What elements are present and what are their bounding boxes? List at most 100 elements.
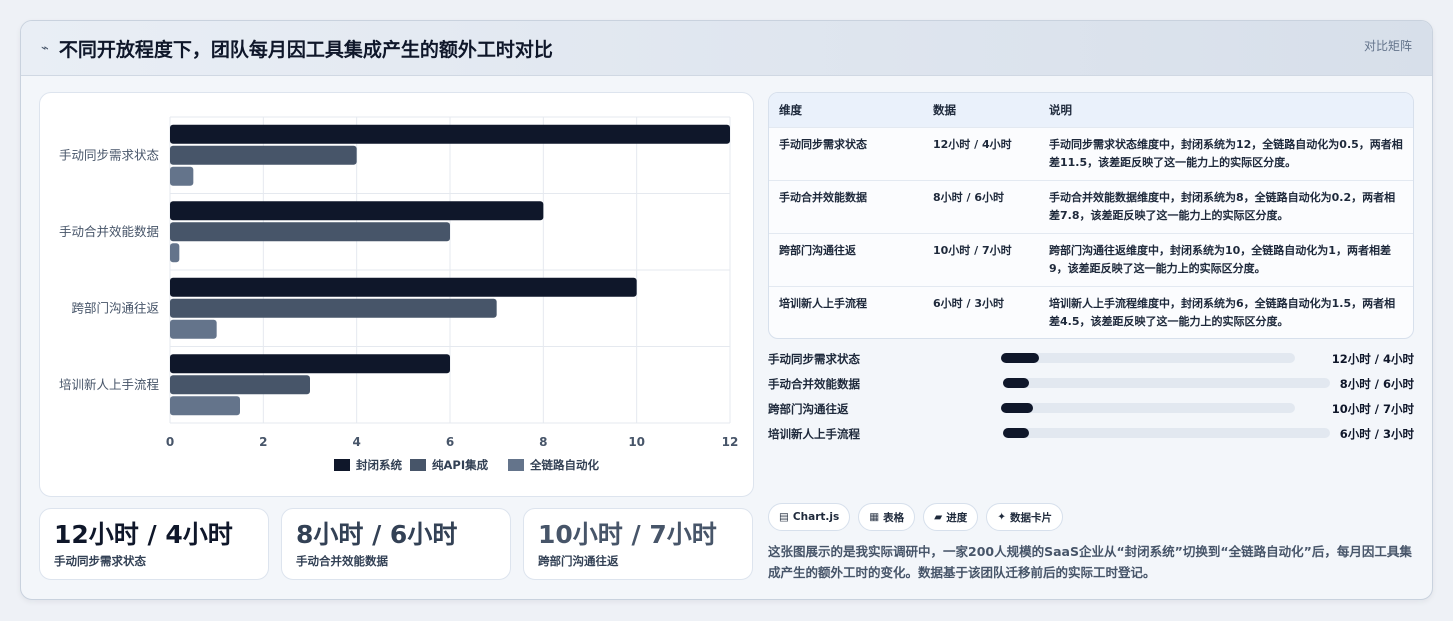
data-table: 维度 数据 说明 手动同步需求状态 12小时 / 4小时 手动同步需求状态维度中… [769,93,1413,338]
bar-2 [170,375,310,395]
progress-row: 手动同步需求状态 12小时 / 4小时 [768,349,1414,374]
column-header: 维度 [779,102,802,117]
cell-note: 跨部门沟通往返维度中，封闭系统为10，全链路自动化为1，两者相差9，该差距反映了… [1039,232,1413,286]
bar-1 [170,354,450,374]
chip-label: Chart.js [792,511,840,523]
stat-label: 手动同步需求状态 [54,554,146,568]
cell-note: 手动合并效能数据维度中，封闭系统为8，全链路自动化为0.2，两者相差7.8，该差… [1039,179,1413,233]
page-title: 不同开放程度下，团队每月因工具集成产生的额外工时对比 [58,38,553,61]
cell-dimension: 培训新人上手流程 [769,285,923,338]
progress-value: 8小时 / 6小时 [1339,377,1414,391]
bar-3 [170,396,240,416]
table-header-row: 维度 数据 说明 [769,93,1413,127]
progress-track [1003,428,1330,438]
bar-3 [170,243,180,263]
y-category-label: 培训新人上手流程 [59,377,160,392]
stat-card: 10小时 / 7小时 跨部门沟通往返 [523,508,753,580]
table-icon: ▦ [869,511,880,523]
stat-value: 8小时 / 6小时 [296,520,458,549]
cell-dimension: 手动合并效能数据 [769,179,923,233]
legend-label: 封闭系统 [356,458,402,472]
chip-label: 表格 [883,511,905,524]
pulse-icon: ⌁ [41,40,49,56]
progress-label: 手动合并效能数据 [768,377,860,391]
progress-list: 手动同步需求状态 12小时 / 4小时 手动合并效能数据 8小时 / 6小时 跨… [768,349,1414,449]
progress-label: 跨部门沟通往返 [768,402,849,416]
legend-label: 纯API集成 [432,458,489,472]
bar-1 [170,277,637,297]
progress-label: 手动同步需求状态 [768,352,860,366]
legend-label: 全链路自动化 [529,458,599,472]
bar-1 [170,201,544,221]
chip-chartjs[interactable]: ▤ Chart.js [768,503,851,531]
table-row: 跨部门沟通往返 10小时 / 7小时 跨部门沟通往返维度中，封闭系统为10，全链… [769,232,1413,286]
x-tick-label: 0 [166,435,174,449]
bar-1 [170,124,730,144]
cell-data: 12小时 / 4小时 [923,126,1039,180]
cell-note: 培训新人上手流程维度中，封闭系统为6，全链路自动化为1.5，两者相差4.5，该差… [1039,285,1413,338]
chip-label: 进度 [946,511,968,524]
progress-row: 跨部门沟通往返 10小时 / 7小时 [768,399,1414,424]
x-tick-label: 10 [628,435,645,449]
progress-value: 10小时 / 7小时 [1331,402,1414,416]
panel-header: ⌁ 不同开放程度下，团队每月因工具集成产生的额外工时对比 对比矩阵 [21,21,1432,76]
cell-data: 8小时 / 6小时 [923,179,1039,233]
progress-label: 培训新人上手流程 [768,427,860,441]
progress-value: 6小时 / 3小时 [1339,427,1414,441]
stat-card: 8小时 / 6小时 手动合并效能数据 [281,508,511,580]
stat-label: 手动合并效能数据 [296,554,388,568]
chip-label: 数据卡片 [1010,511,1053,524]
progress-track [1001,403,1295,413]
legend-swatch [508,459,524,471]
table-row: 培训新人上手流程 6小时 / 3小时 培训新人上手流程维度中，封闭系统为6，全链… [769,285,1413,338]
header-tag: 对比矩阵 [1363,39,1412,53]
y-category-label: 手动同步需求状态 [59,147,159,162]
stat-label: 跨部门沟通往返 [538,554,619,568]
progress-row: 手动合并效能数据 8小时 / 6小时 [768,374,1414,399]
progress-value: 12小时 / 4小时 [1331,352,1414,366]
progress-fill [1001,353,1040,363]
chip-progress[interactable]: ▰ 进度 [923,503,979,531]
cell-data: 10小时 / 7小时 [923,232,1039,286]
cell-dimension: 手动同步需求状态 [769,126,923,180]
legend-swatch [410,459,426,471]
chip-data-card[interactable]: ✦ 数据卡片 [986,503,1064,531]
x-tick-label: 4 [352,435,360,449]
cell-dimension: 跨部门沟通往返 [769,232,923,286]
bar-2 [170,298,497,318]
bar-2 [170,222,450,242]
tech-chips: ▤ Chart.js ▦ 表格 ▰ 进度 ✦ 数据卡片 [768,503,1064,531]
progress-icon: ▰ [934,511,943,523]
table-row: 手动同步需求状态 12小时 / 4小时 手动同步需求状态维度中，封闭系统为12，… [769,126,1413,180]
comparison-panel: ⌁ 不同开放程度下，团队每月因工具集成产生的额外工时对比 对比矩阵 0 2 4 6 8 1… [20,20,1433,600]
y-category-label: 手动合并效能数据 [59,224,159,239]
chip-table[interactable]: ▦ 表格 [858,503,916,531]
stat-value: 10小时 / 7小时 [538,520,717,549]
progress-track [1003,378,1330,388]
table-row: 手动合并效能数据 8小时 / 6小时 手动合并效能数据维度中，封闭系统为8，全链… [769,179,1413,233]
x-tick-label: 2 [259,435,267,449]
bar-3 [170,166,194,186]
sparkle-icon: ✦ [997,511,1007,523]
progress-fill [1003,428,1030,438]
data-table-card: 维度 数据 说明 手动同步需求状态 12小时 / 4小时 手动同步需求状态维度中… [768,92,1414,339]
stat-value: 12小时 / 4小时 [54,520,233,549]
column-header: 数据 [933,102,956,117]
stat-card: 12小时 / 4小时 手动同步需求状态 [39,508,269,580]
bar-chart-card: 0 2 4 6 8 10 12 手动同步需求状态 手动合并效能数据 跨部门沟通往返 培训新人上手流程… [39,92,754,497]
bar-chart: 0 2 4 6 8 10 12 手动同步需求状态手动合并效能数据跨部门沟通往返培训新人上手流程… [59,116,739,472]
bar-2 [170,145,357,165]
x-tick-label: 8 [539,435,547,449]
legend-swatch [334,459,350,471]
description-text: 这张图展示的是我实际调研中，一家200人规模的SaaS企业从“封闭系统”切换到“… [768,544,1412,580]
bar-3 [170,319,217,339]
x-tick-label: 12 [722,435,739,449]
progress-row: 培训新人上手流程 6小时 / 3小时 [768,424,1414,449]
cell-note: 手动同步需求状态维度中，封闭系统为12，全链路自动化为0.5，两者相差11.5，… [1039,126,1413,180]
progress-track [1001,353,1295,363]
column-header: 说明 [1049,102,1072,117]
cell-data: 6小时 / 3小时 [923,285,1039,338]
chart-icon: ▤ [779,511,789,523]
x-tick-label: 6 [446,435,454,449]
progress-fill [1003,378,1030,388]
